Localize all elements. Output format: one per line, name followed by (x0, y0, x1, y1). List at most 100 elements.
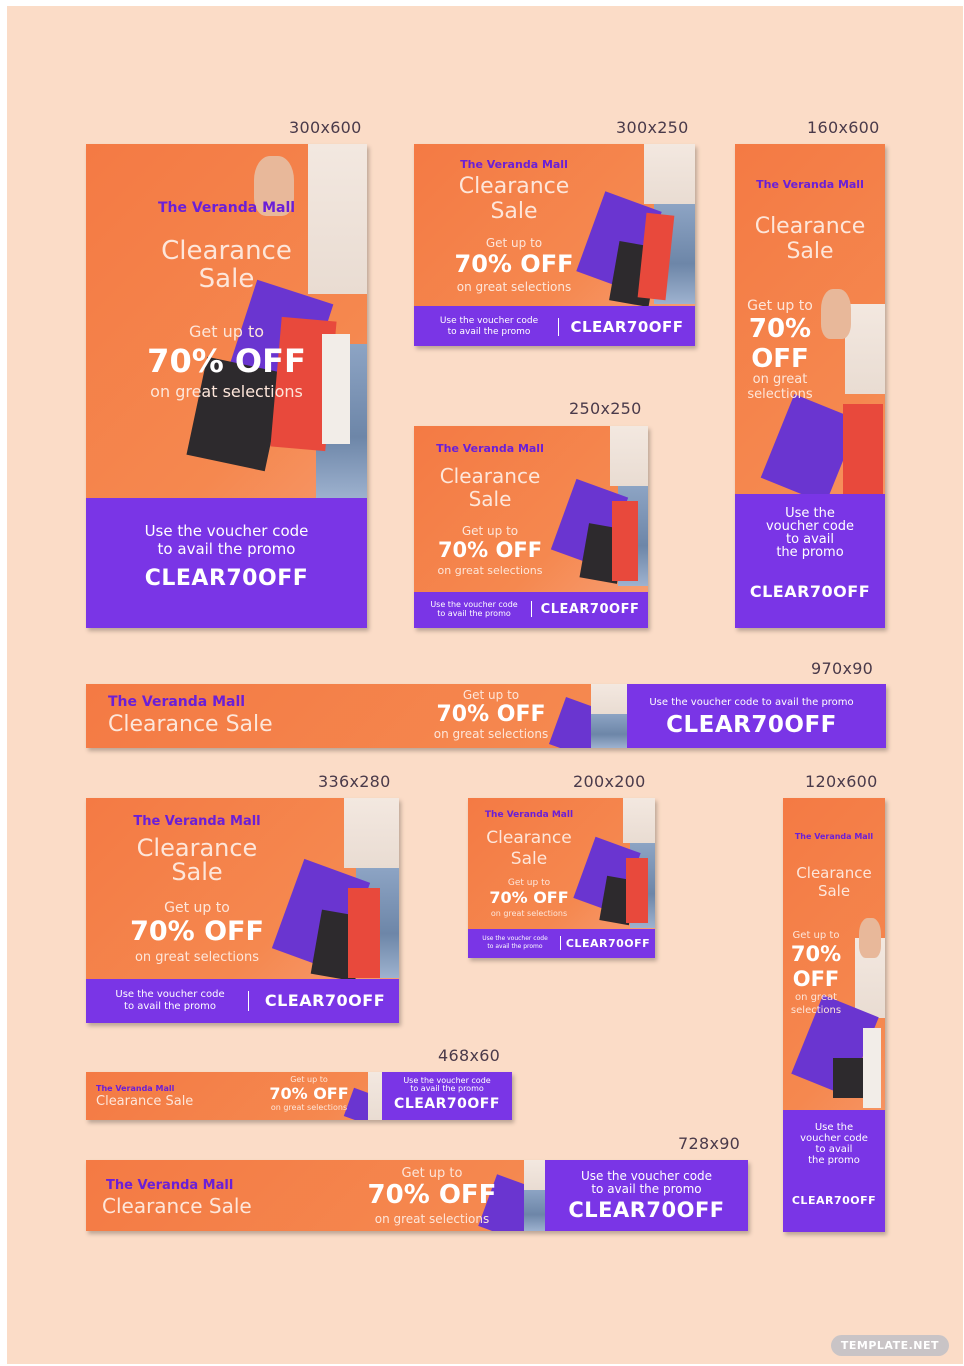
selections-text: on great selections (374, 1212, 490, 1226)
voucher-line-3: to avail (815, 1144, 853, 1155)
size-label-160x600: 160x600 (807, 118, 880, 137)
voucher-code: CLEAR70OFF (540, 602, 640, 617)
voucher-code: CLEAR70OFF (666, 712, 837, 738)
voucher-line-4: the promo (776, 545, 844, 560)
banner-336x280[interactable]: The Veranda Mall Clearance Sale Get up t… (86, 798, 399, 1023)
sale-text: Sale (198, 264, 255, 294)
voucher-bar: Use the voucher code to avail the promo … (414, 592, 648, 628)
selections-line-2: selections (790, 1005, 842, 1016)
mall-name: The Veranda Mall (157, 200, 296, 216)
clearance-sale-text: Clearance Sale (102, 1194, 252, 1218)
banner-160x600[interactable]: The Veranda Mall Clearance Sale Get up t… (735, 144, 885, 628)
voucher-line-1: Use the voucher code (439, 316, 539, 326)
clearance-text: Clearance (754, 214, 866, 239)
voucher-bar: Use the voucher code to avail the promo … (86, 498, 367, 628)
size-label-468x60: 468x60 (438, 1046, 501, 1065)
discount-percent: 70% (748, 314, 812, 344)
sale-text: Sale (490, 199, 538, 224)
banner-970x90[interactable]: The Veranda Mall Clearance Sale Get up t… (86, 684, 886, 748)
banner-300x250[interactable]: The Veranda Mall Clearance Sale Get up t… (414, 144, 695, 346)
discount-text: 70% OFF (130, 916, 264, 947)
voucher-line-1: Use the voucher code (115, 989, 225, 1000)
discount-percent: 70% (790, 942, 842, 966)
mall-name: The Veranda Mall (96, 1084, 175, 1093)
clearance-text: Clearance (486, 828, 572, 848)
discount-off: OFF (751, 344, 809, 374)
divider (531, 601, 532, 617)
mall-name: The Veranda Mall (460, 158, 568, 171)
clearance-sale-text: Clearance Sale (96, 1094, 194, 1109)
selections-text: on great selections (134, 950, 260, 965)
mall-name: The Veranda Mall (108, 694, 246, 710)
sale-text: Sale (510, 849, 548, 869)
voucher-line-2: to avail the promo (410, 1084, 484, 1093)
voucher-bar: Use the voucher code to avail the promo … (86, 979, 399, 1023)
voucher-line-1: Use the voucher code (144, 522, 309, 540)
sale-text: Sale (468, 487, 512, 511)
voucher-line-2: to avail the promo (591, 1182, 702, 1196)
voucher-line-1: Use the voucher code (580, 1169, 713, 1183)
clearance-text: Clearance (161, 236, 292, 266)
size-label-728x90: 728x90 (678, 1134, 741, 1153)
divider (558, 318, 559, 336)
voucher-code: CLEAR70OFF (264, 991, 386, 1010)
watermark-logo: TEMPLATE.NET (830, 1335, 949, 1356)
voucher-bar: Use the voucher code to avail the promo … (627, 684, 886, 748)
get-up-to-text: Get up to (485, 236, 543, 250)
voucher-line-2: voucher code (800, 1133, 868, 1144)
get-up-to-text: Get up to (462, 688, 520, 702)
template-canvas: 300x600 300x250 160x600 250x250 970x90 3… (7, 6, 963, 1364)
voucher-code: CLEAR70OFF (791, 1194, 877, 1207)
size-label-250x250: 250x250 (569, 399, 642, 418)
discount-text: 70% OFF (489, 888, 569, 907)
voucher-code: CLEAR70OFF (565, 937, 651, 950)
selections-text: on great selections (437, 564, 543, 577)
voucher-code: CLEAR70OFF (749, 582, 871, 601)
mall-name: The Veranda Mall (756, 178, 864, 191)
get-up-to-text: Get up to (792, 930, 840, 941)
voucher-code: CLEAR70OFF (144, 566, 309, 591)
selections-text: on great selections (490, 909, 568, 918)
discount-off: OFF (792, 967, 840, 991)
selections-text: on great selections (456, 280, 572, 294)
voucher-bar: Use the voucher code to avail the promo … (414, 306, 695, 346)
banner-468x60[interactable]: The Veranda Mall Clearance Sale Get up t… (86, 1072, 512, 1120)
banner-200x200[interactable]: The Veranda Mall Clearance Sale Get up t… (468, 798, 655, 958)
banner-120x600[interactable]: The Veranda Mall Clearance Sale Get up t… (783, 798, 885, 1232)
selections-line-1: on great (794, 992, 838, 1003)
discount-text: 70% OFF (454, 250, 574, 278)
voucher-bar: Use the voucher code to avail the promo … (382, 1072, 512, 1120)
banner-728x90[interactable]: The Veranda Mall Clearance Sale Get up t… (86, 1160, 748, 1231)
banner-250x250[interactable]: The Veranda Mall Clearance Sale Get up t… (414, 426, 648, 628)
voucher-line-2: to avail the promo (487, 943, 543, 950)
discount-text: 70% OFF (436, 702, 546, 727)
divider (560, 936, 561, 950)
banner-300x600[interactable]: The Veranda Mall Clearance Sale Get up t… (86, 144, 367, 628)
voucher-bar: Use the voucher code to avail the promo … (783, 1110, 885, 1232)
clearance-text: Clearance (796, 864, 872, 882)
voucher-line: Use the voucher code to avail the promo (649, 697, 854, 708)
get-up-to-text: Get up to (164, 900, 230, 916)
discount-text: 70% OFF (437, 538, 543, 562)
size-label-970x90: 970x90 (811, 659, 874, 678)
size-label-300x250: 300x250 (616, 118, 689, 137)
mall-name: The Veranda Mall (133, 814, 261, 829)
sale-text: Sale (171, 858, 223, 886)
voucher-line-1: Use the (814, 1122, 854, 1133)
voucher-bar: Use the voucher code to avail the promo … (468, 929, 655, 958)
voucher-bar: Use the voucher code to avail the promo … (545, 1160, 748, 1231)
divider (248, 991, 249, 1011)
voucher-bar: Use the voucher code to avail the promo … (735, 494, 885, 628)
get-up-to-text: Get up to (461, 524, 519, 538)
size-label-200x200: 200x200 (573, 772, 646, 791)
voucher-code: CLEAR70OFF (568, 1198, 725, 1222)
discount-text: 70% OFF (269, 1084, 349, 1103)
voucher-line-2: to avail the promo (437, 609, 511, 618)
get-up-to-text: Get up to (747, 298, 813, 314)
clearance-text: Clearance (458, 174, 570, 199)
selections-text: on great selections (270, 1103, 348, 1112)
voucher-line-1: Use the voucher code (430, 600, 518, 609)
get-up-to-text: Get up to (401, 1166, 463, 1181)
selections-text: on great selections (433, 727, 549, 741)
voucher-code: CLEAR70OFF (570, 318, 684, 336)
